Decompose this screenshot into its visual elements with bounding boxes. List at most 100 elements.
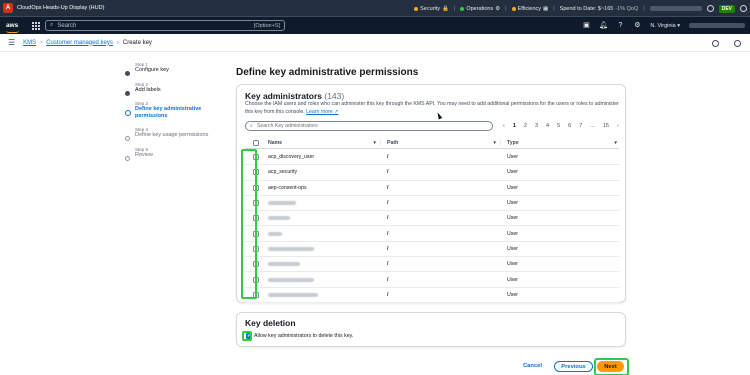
step-1[interactable]: Step 1 Configure key xyxy=(122,62,222,76)
column-header-type[interactable]: Type ▾ xyxy=(501,140,619,146)
sort-down-icon: ▾ xyxy=(493,139,496,146)
env-badge: DEV xyxy=(718,4,735,13)
chevron-right-icon: › xyxy=(40,39,43,46)
efficiency-dot-icon xyxy=(511,6,516,11)
gear-icon[interactable]: ⚙ xyxy=(633,22,641,30)
info-icon[interactable] xyxy=(712,39,719,47)
table-header: Name ▾ Path ▾ Type ▾ xyxy=(245,137,619,149)
table-row[interactable]: / User xyxy=(245,211,619,227)
cloudshell-icon[interactable]: ▣ xyxy=(582,22,590,30)
chart-icon: ▦ xyxy=(543,5,549,12)
operations-dot-icon xyxy=(460,6,465,11)
step-3: Step 3 Define key administrative permiss… xyxy=(122,101,222,119)
page-5[interactable]: 5 xyxy=(557,123,560,129)
redacted-name xyxy=(268,262,300,267)
search-icon: ⌕ xyxy=(50,22,54,28)
efficiency-status[interactable]: Efficiency ▦ xyxy=(511,5,549,12)
page-6[interactable]: 6 xyxy=(568,123,571,129)
table-row[interactable]: / User xyxy=(245,288,619,303)
breadcrumb-kms[interactable]: KMS xyxy=(23,40,36,46)
sort-down-icon: ▾ xyxy=(614,139,617,146)
chevron-right-icon: › xyxy=(116,39,119,46)
select-all-checkbox[interactable] xyxy=(253,139,259,146)
column-header-name[interactable]: Name ▾ xyxy=(267,139,381,146)
page-ellipsis: ... xyxy=(590,123,595,129)
account-info-redacted xyxy=(649,6,702,11)
page-1[interactable]: 1 xyxy=(513,123,516,129)
redacted-name xyxy=(268,216,290,221)
pagination: ‹ 1 2 3 4 5 6 7 ... 15 › xyxy=(503,121,619,131)
account-menu-redacted[interactable] xyxy=(689,23,745,28)
wizard-steps: Step 1 Configure key Step 2 Add labels S… xyxy=(122,62,222,167)
next-page-icon[interactable]: › xyxy=(617,123,619,129)
table-row[interactable]: aep-consent-ops / User xyxy=(245,181,619,196)
step-dot-icon xyxy=(125,155,130,161)
breadcrumb-customer-managed-keys[interactable]: Customer managed keys xyxy=(46,40,113,46)
step-dot-icon xyxy=(125,136,130,142)
panel-title: Key administrators (143) xyxy=(245,91,345,101)
region-selector[interactable]: N. Virginia ▾ xyxy=(650,23,680,29)
help-icon[interactable]: ? xyxy=(616,22,624,30)
step-active-dot-icon xyxy=(124,110,131,117)
key-deletion-title: Key deletion xyxy=(245,318,296,328)
settings-icon[interactable] xyxy=(740,5,747,12)
sort-down-icon: ▾ xyxy=(373,139,376,146)
cancel-button[interactable]: Cancel xyxy=(523,363,542,369)
highlight-checkbox-column xyxy=(241,149,257,299)
step-dot-icon xyxy=(125,90,130,96)
table-row[interactable]: acp_discovery_user / User xyxy=(245,150,619,166)
external-link-icon: ↗ xyxy=(334,108,339,115)
previous-button[interactable]: Previous xyxy=(554,361,593,372)
search-icon: ⌕ xyxy=(250,122,253,129)
adobe-logo-icon: A xyxy=(3,3,13,13)
learn-more-link[interactable]: Learn more ↗ xyxy=(306,109,338,115)
prev-page-icon[interactable]: ‹ xyxy=(503,123,505,129)
step-2[interactable]: Step 2 Add labels xyxy=(122,82,222,96)
hud-bar: A CloudOps Heads-Up Display (HUD) Securi… xyxy=(0,0,750,17)
services-grid-icon[interactable] xyxy=(32,21,40,30)
console-search-input[interactable]: ⌕ Search [Option+S] xyxy=(45,20,285,31)
allow-deletion-option[interactable]: ✓ Allow key administrators to delete thi… xyxy=(246,333,353,339)
table-row[interactable]: / User xyxy=(245,196,619,212)
redacted-name xyxy=(268,231,282,236)
page-2[interactable]: 2 xyxy=(524,123,527,129)
table-row[interactable]: / User xyxy=(245,272,619,288)
panel-description: Choose the IAM users and roles who can a… xyxy=(245,101,619,115)
column-header-path[interactable]: Path ▾ xyxy=(381,139,501,146)
table-row[interactable]: acp_security / User xyxy=(245,165,619,181)
key-administrators-search-input[interactable]: ⌕ Search Key administrators xyxy=(245,121,493,131)
step-4: Step 4 Define key usage permissions xyxy=(122,127,222,142)
info-icon[interactable] xyxy=(706,5,714,12)
aws-logo[interactable]: aws xyxy=(6,22,32,33)
page-title: Define key administrative permissions xyxy=(236,67,419,78)
table-body: acp_discovery_user / User acp_security / Use… xyxy=(245,150,619,303)
spend-to-date: Spend to Date: $~165 -1% QoQ xyxy=(559,5,639,12)
security-dot-icon xyxy=(414,6,419,11)
redacted-name xyxy=(268,292,318,297)
menu-icon[interactable]: ☰ xyxy=(8,38,15,47)
hud-title: CloudOps Heads-Up Display (HUD) xyxy=(17,5,105,11)
page-7[interactable]: 7 xyxy=(579,123,582,129)
step-5: Step 5 Review xyxy=(122,147,222,161)
page-15[interactable]: 15 xyxy=(603,123,609,129)
step-dot-icon xyxy=(125,71,130,76)
redacted-name xyxy=(268,246,314,251)
security-status[interactable]: Security 🔒 xyxy=(414,6,449,12)
key-administrators-panel: Key administrators (143) Choose the IAM … xyxy=(236,84,626,303)
page-3[interactable]: 3 xyxy=(535,123,538,129)
clock-icon[interactable] xyxy=(734,39,741,47)
table-row[interactable]: / User xyxy=(245,226,619,242)
redacted-name xyxy=(268,201,296,206)
table-row[interactable]: / User xyxy=(245,242,619,258)
table-row[interactable]: / User xyxy=(245,257,619,273)
next-button[interactable]: Next xyxy=(597,361,624,372)
key-deletion-panel: Key deletion ✓ Allow key administrators … xyxy=(236,312,626,347)
page-4[interactable]: 4 xyxy=(546,123,549,129)
lock-icon: 🔒 xyxy=(442,5,449,12)
bell-icon[interactable]: 🔔︎ xyxy=(599,22,608,30)
operations-status[interactable]: Operations ⚙ xyxy=(460,6,500,12)
breadcrumb-current: Create key xyxy=(122,39,152,46)
highlight-deletion-checkbox xyxy=(241,330,252,341)
redacted-name xyxy=(268,277,314,282)
breadcrumb: ☰ KMS › Customer managed keys › Create k… xyxy=(0,34,750,52)
